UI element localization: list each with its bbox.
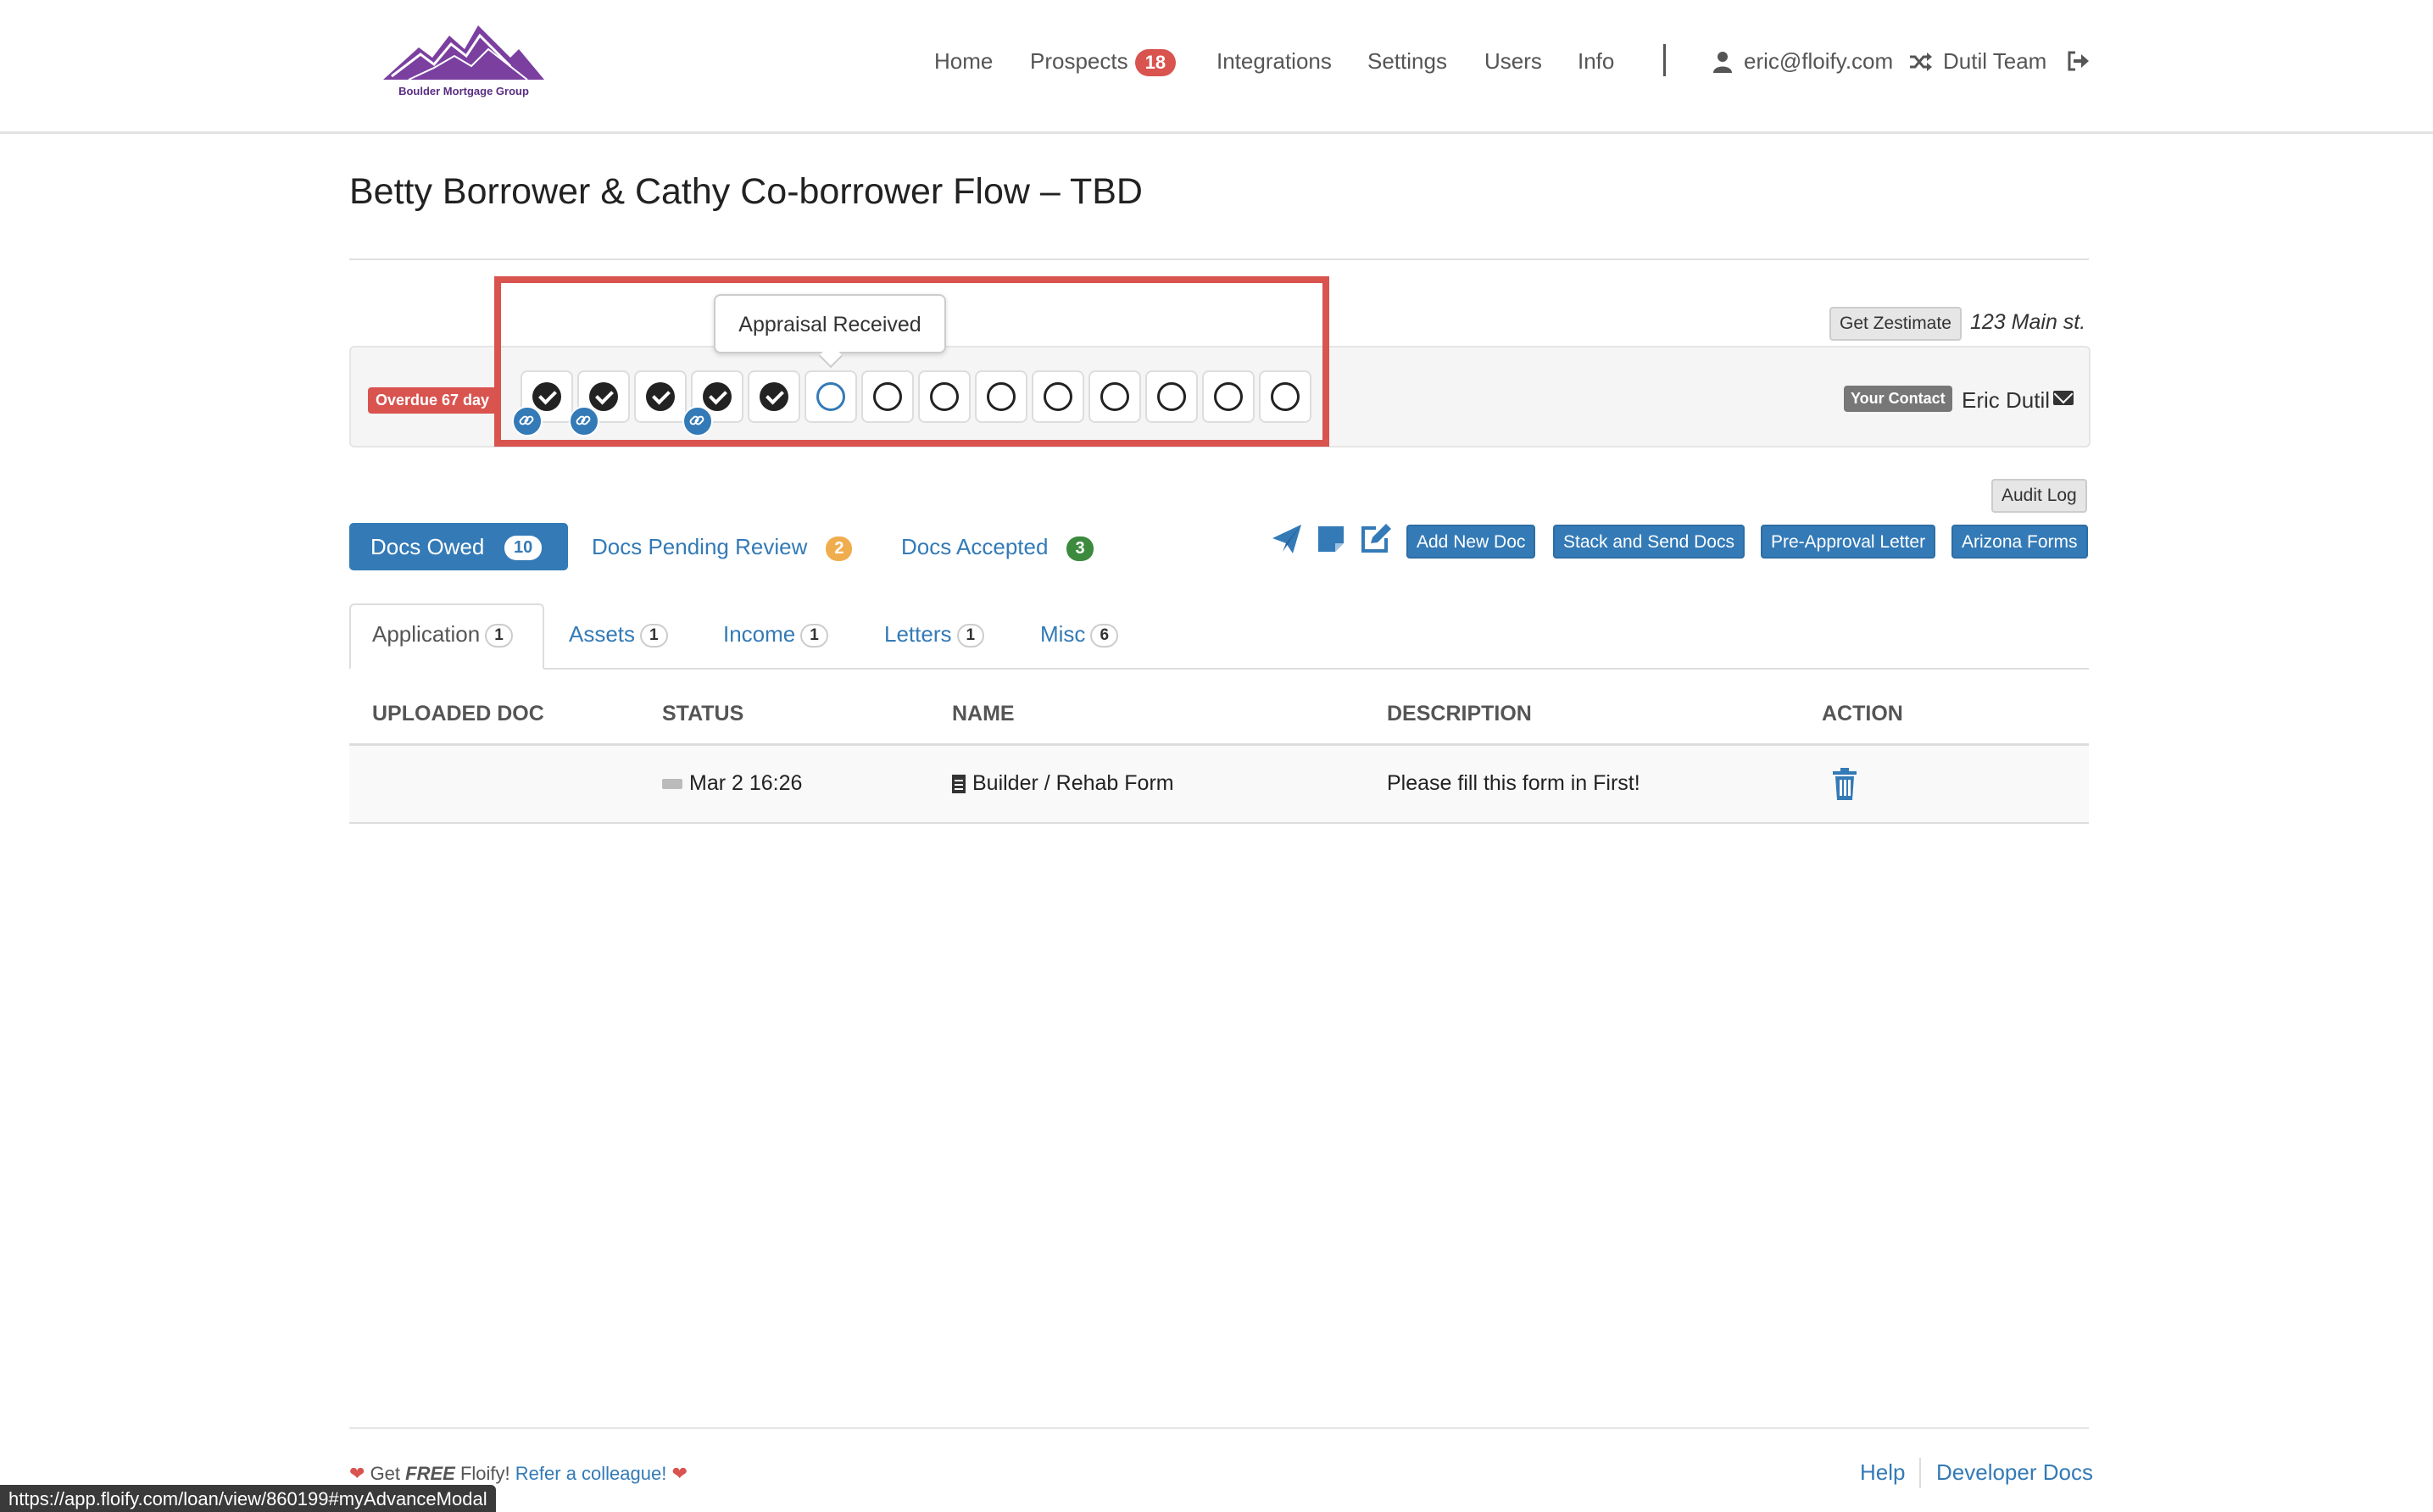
tab-label: Application (372, 621, 481, 647)
contact-name: Eric Dutil (1962, 387, 2051, 413)
mountain-logo-icon (383, 25, 544, 81)
column-header-name: Name (952, 702, 1015, 725)
tab-label: Income (723, 621, 796, 647)
tooltip-text: Appraisal Received (738, 313, 921, 336)
footer-free: FREE (405, 1463, 455, 1484)
footer-get: Get (370, 1463, 401, 1484)
edit-icon[interactable] (1359, 523, 1391, 555)
overdue-badge: Overdue 67 day (368, 387, 498, 414)
your-contact-label: Your Contact (1844, 386, 1952, 412)
nav-prospects-label: Prospects (1030, 48, 1128, 74)
browser-status-url: https://app.floify.com/loan/view/860199#… (0, 1485, 496, 1512)
trash-icon[interactable] (1831, 768, 1858, 800)
tab-assets[interactable]: Assets 1 (569, 621, 668, 648)
tab-count: 1 (485, 624, 513, 648)
docs-owed-label: Docs Owed (370, 534, 485, 559)
tab-docs-pending[interactable]: Docs Pending Review 2 (592, 534, 853, 561)
nav-prospects[interactable]: Prospects 18 (1030, 48, 1177, 77)
heart-icon: ❤ (349, 1463, 365, 1484)
docs-accepted-count: 3 (1066, 536, 1094, 561)
nav-integrations[interactable]: Integrations (1216, 48, 1332, 75)
property-address: 123 Main st. (1970, 310, 2086, 334)
user-icon (1713, 52, 1732, 73)
tab-count: 1 (640, 624, 668, 648)
tab-label: Misc (1040, 621, 1086, 647)
heart-icon: ❤ (671, 1463, 688, 1484)
brand-name: Boulder Mortgage Group (398, 85, 529, 97)
tab-count: 1 (956, 624, 985, 648)
docs-owed-count: 10 (504, 536, 543, 560)
developer-docs-link[interactable]: Developer Docs (1936, 1459, 2093, 1486)
mail-icon[interactable] (2053, 391, 2074, 405)
stack-send-docs-button[interactable]: Stack and Send Docs (1553, 525, 1745, 559)
doc-name-cell[interactable]: Builder / Rehab Form (952, 771, 1174, 796)
team-switcher[interactable]: Dutil Team (1943, 48, 2046, 75)
nav-home[interactable]: Home (934, 48, 993, 75)
send-icon[interactable] (1271, 523, 1303, 555)
get-zestimate-button[interactable]: Get Zestimate (1829, 307, 1962, 341)
nav-users[interactable]: Users (1484, 48, 1542, 75)
status-cell: Mar 2 16:26 (662, 771, 802, 796)
prospects-count-badge: 18 (1134, 49, 1177, 77)
tab-label: Letters (884, 621, 952, 647)
doc-name: Builder / Rehab Form (972, 771, 1174, 795)
category-tabs-line (349, 668, 2089, 670)
tab-application[interactable]: Application 1 (372, 621, 513, 648)
top-navbar: Boulder Mortgage Group Home Prospects 18 … (0, 0, 2433, 134)
nav-divider (1663, 44, 1666, 76)
tab-docs-accepted[interactable]: Docs Accepted 3 (901, 534, 1094, 561)
column-header-status: Status (662, 702, 744, 725)
tab-income[interactable]: Income 1 (723, 621, 828, 648)
docs-accepted-label: Docs Accepted (901, 534, 1049, 559)
tab-letters[interactable]: Letters 1 (884, 621, 985, 648)
table-row (349, 746, 2089, 824)
refer-colleague-link[interactable]: Refer a colleague! (515, 1463, 667, 1484)
brand-logo[interactable]: Boulder Mortgage Group (383, 24, 544, 102)
arizona-forms-button[interactable]: Arizona Forms (1951, 525, 2088, 559)
description-cell: Please fill this form in First! (1387, 771, 1640, 795)
tab-count: 6 (1090, 624, 1119, 648)
user-email-link[interactable]: eric@floify.com (1744, 48, 1893, 75)
tab-count: 1 (800, 624, 828, 648)
tab-docs-owed[interactable]: Docs Owed 10 (349, 523, 568, 570)
docs-pending-label: Docs Pending Review (592, 534, 808, 559)
nav-settings[interactable]: Settings (1367, 48, 1447, 75)
page-title: Betty Borrower & Cathy Co-borrower Flow … (349, 171, 1143, 212)
file-icon (952, 775, 966, 794)
shuffle-icon (1910, 53, 1932, 71)
add-new-doc-button[interactable]: Add New Doc (1406, 525, 1536, 559)
nav-info[interactable]: Info (1578, 48, 1614, 75)
status-timestamp: Mar 2 16:26 (689, 771, 803, 795)
audit-log-button[interactable]: Audit Log (1991, 479, 2087, 513)
note-icon[interactable] (1315, 523, 1347, 555)
title-divider (349, 258, 2089, 260)
tab-label: Assets (569, 621, 636, 647)
column-header-uploaded-doc: Uploaded Doc (372, 702, 544, 725)
footer-divider (349, 1427, 2089, 1429)
signature-icon (662, 779, 682, 790)
docs-pending-count: 2 (826, 536, 853, 561)
footer-referral: ❤ Get FREE Floify! Refer a colleague! ❤ (349, 1463, 688, 1485)
column-header-description: Description (1387, 702, 1532, 725)
column-header-action: Action (1822, 702, 1903, 725)
tab-misc[interactable]: Misc 6 (1040, 621, 1119, 648)
footer-floify: Floify! (459, 1463, 510, 1484)
help-link[interactable]: Help (1860, 1459, 1905, 1486)
logout-icon[interactable] (2067, 51, 2089, 71)
milestone-tooltip: Appraisal Received (714, 294, 946, 369)
footer-link-divider (1919, 1458, 1921, 1488)
pre-approval-letter-button[interactable]: Pre-Approval Letter (1761, 525, 1936, 559)
